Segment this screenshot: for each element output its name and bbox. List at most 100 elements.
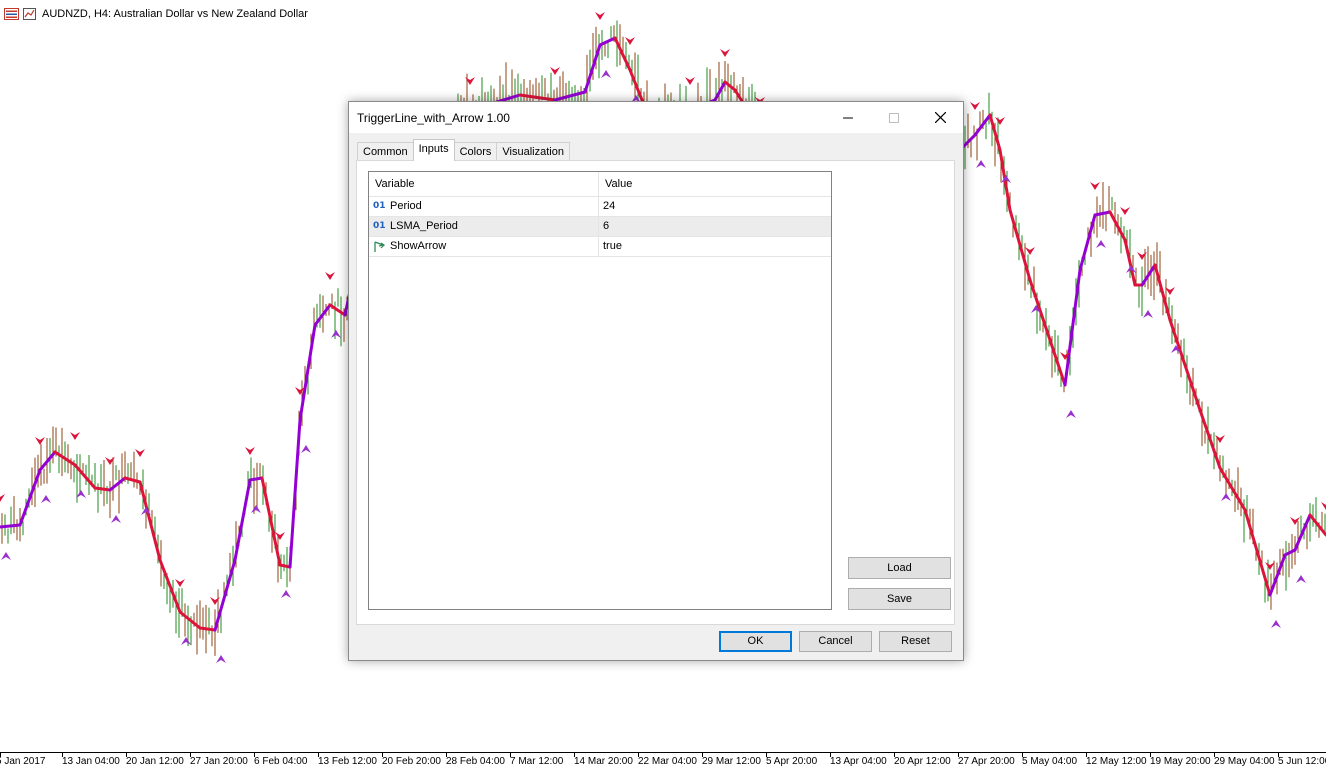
buy-arrow — [1143, 310, 1153, 318]
tab-colors[interactable]: Colors — [453, 142, 498, 161]
buy-arrow — [111, 515, 121, 523]
trigger-line-segment — [108, 476, 127, 492]
sell-arrow — [720, 49, 730, 57]
time-label: 29 May 04:00 — [1214, 756, 1275, 767]
time-label: 29 Mar 12:00 — [702, 756, 761, 767]
time-label: 14 Mar 20:00 — [574, 756, 633, 767]
buy-arrow — [601, 70, 611, 78]
sell-arrow — [245, 447, 255, 455]
sell-arrow — [1120, 207, 1130, 215]
time-label: 20 Jan 12:00 — [126, 756, 184, 767]
variable-name: ShowArrow — [390, 240, 447, 252]
trigger-line-segment — [93, 486, 112, 492]
time-label: 20 Feb 20:00 — [382, 756, 441, 767]
ok-button[interactable]: OK — [719, 631, 792, 652]
inputs-grid: Variable Value 01 Period 24 01 LSMA_Peri… — [368, 171, 832, 610]
trigger-line-segment — [1078, 213, 1097, 272]
buy-arrow — [976, 160, 986, 168]
variable-value[interactable]: 24 — [603, 200, 615, 212]
tab-visualization[interactable]: Visualization — [496, 142, 570, 161]
time-label: 5 Jun 12:00 — [1278, 756, 1326, 767]
time-label: 5 May 04:00 — [1022, 756, 1078, 767]
grid-header: Variable Value — [369, 172, 831, 197]
sell-arrow — [595, 12, 605, 20]
sell-arrow — [275, 532, 285, 540]
buy-arrow — [251, 505, 261, 513]
time-label: 13 Jan 04:00 — [62, 756, 120, 767]
load-button[interactable]: Load — [848, 557, 951, 579]
time-label: 20 Apr 12:00 — [894, 756, 951, 767]
buy-arrow — [301, 445, 311, 453]
sell-arrow — [175, 579, 185, 587]
column-header-variable[interactable]: Variable — [375, 178, 415, 190]
time-label: 28 Feb 04:00 — [446, 756, 505, 767]
minimize-icon — [843, 117, 853, 118]
time-label: 12 May 12:00 — [1086, 756, 1147, 767]
trigger-line-segment — [198, 626, 217, 632]
dialog-title: TriggerLine_with_Arrow 1.00 — [357, 111, 510, 125]
sell-arrow — [1025, 247, 1035, 255]
time-label: 19 May 20:00 — [1150, 756, 1211, 767]
column-separator[interactable] — [598, 172, 599, 256]
reset-button[interactable]: Reset — [879, 631, 952, 652]
indicator-icon — [23, 8, 36, 20]
buy-arrow — [281, 590, 291, 598]
sell-arrow — [685, 77, 695, 85]
trigger-line-segment — [18, 468, 42, 527]
variable-value[interactable]: 6 — [603, 220, 609, 232]
chart-window-icon — [4, 8, 19, 20]
time-label: 7 Mar 12:00 — [510, 756, 564, 767]
sell-arrow — [995, 117, 1005, 125]
sell-arrow — [0, 494, 5, 502]
sell-arrow — [135, 449, 145, 457]
buy-arrow — [1096, 240, 1106, 248]
dialog-titlebar[interactable]: TriggerLine_with_Arrow 1.00 — [349, 102, 963, 133]
trigger-line-segment — [1168, 318, 1202, 412]
time-label: 27 Jan 20:00 — [190, 756, 248, 767]
variable-value[interactable]: true — [603, 240, 622, 252]
column-header-value[interactable]: Value — [605, 178, 632, 190]
trigger-line-segment — [278, 563, 292, 569]
variable-name: Period — [390, 200, 422, 212]
buy-arrow — [181, 637, 191, 645]
trigger-line-segment — [1063, 268, 1082, 387]
chart-symbol-title: AUDNZD, H4: Australian Dollar vs New Zea… — [42, 8, 308, 20]
time-label: 27 Apr 20:00 — [958, 756, 1015, 767]
tab-common[interactable]: Common — [357, 142, 414, 161]
time-axis: 5 Jan 2017 13 Jan 04:00 20 Jan 12:00 27 Jan… — [0, 752, 1326, 773]
tab-inputs[interactable]: Inputs — [412, 139, 455, 161]
save-button[interactable]: Save — [848, 588, 951, 610]
close-button[interactable] — [917, 102, 963, 133]
sell-arrow — [325, 272, 335, 280]
trigger-line-segment — [298, 323, 317, 422]
close-icon — [934, 112, 946, 123]
time-label: 5 Jan 2017 — [0, 756, 46, 767]
trigger-line-segment — [138, 480, 162, 562]
dialog-tabs: Common Inputs Colors Visualization — [357, 139, 570, 161]
minimize-button[interactable] — [825, 102, 871, 133]
buy-arrow — [1271, 620, 1281, 628]
maximize-icon — [889, 112, 899, 123]
input-row-period[interactable]: 01 Period 24 — [369, 197, 831, 217]
maximize-button[interactable] — [871, 102, 917, 133]
buy-arrow — [1066, 410, 1076, 418]
trigger-line-segment — [0, 523, 22, 529]
trigger-line-segment — [233, 478, 252, 562]
trigger-line-segment — [518, 93, 557, 102]
trigger-line-segment — [1008, 208, 1032, 282]
input-row-show-arrow[interactable]: ShowArrow true — [369, 237, 831, 257]
time-label: 22 Mar 04:00 — [638, 756, 697, 767]
input-row-lsma-period[interactable]: 01 LSMA_Period 6 — [369, 217, 831, 237]
trigger-line-segment — [1243, 508, 1272, 597]
sell-arrow — [35, 437, 45, 445]
inputs-panel: Variable Value 01 Period 24 01 LSMA_Peri… — [356, 160, 955, 625]
buy-arrow — [331, 330, 341, 338]
chart-header: AUDNZD, H4: Australian Dollar vs New Zea… — [4, 6, 308, 22]
sell-arrow — [70, 432, 80, 440]
bool-arrow-icon — [374, 241, 386, 252]
time-label: 13 Apr 04:00 — [830, 756, 887, 767]
buy-arrow — [1, 552, 11, 560]
cancel-button[interactable]: Cancel — [799, 631, 872, 652]
integer-type-icon: 01 — [373, 201, 386, 211]
trigger-line-segment — [123, 476, 142, 484]
